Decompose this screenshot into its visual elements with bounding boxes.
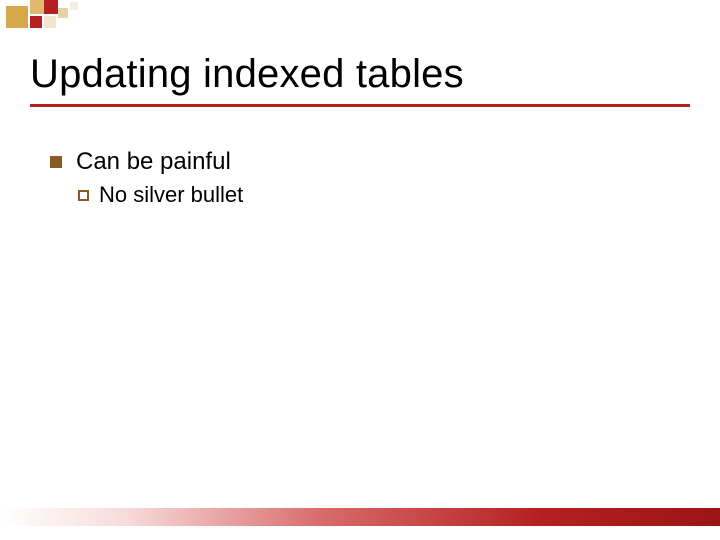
bullet-text: No silver bullet [99,182,243,208]
deco-square-icon [6,6,28,28]
slide: Updating indexed tables Can be painful N… [0,0,720,540]
slide-title: Updating indexed tables [30,52,464,97]
deco-square-icon [58,8,68,18]
deco-square-icon [44,0,58,14]
bullet-text: Can be painful [76,148,231,176]
deco-square-icon [70,2,78,10]
bullet-level-1: Can be painful [50,148,670,176]
square-bullet-hollow-icon [78,190,89,201]
bullet-level-2: No silver bullet [78,182,670,208]
deco-square-icon [30,16,42,28]
footer-gradient-bar [0,508,720,526]
title-underline [30,104,690,107]
deco-square-icon [44,16,56,28]
deco-square-icon [30,0,44,14]
slide-body: Can be painful No silver bullet [50,148,670,208]
square-bullet-filled-icon [50,156,62,168]
corner-squares-decoration [0,0,150,40]
